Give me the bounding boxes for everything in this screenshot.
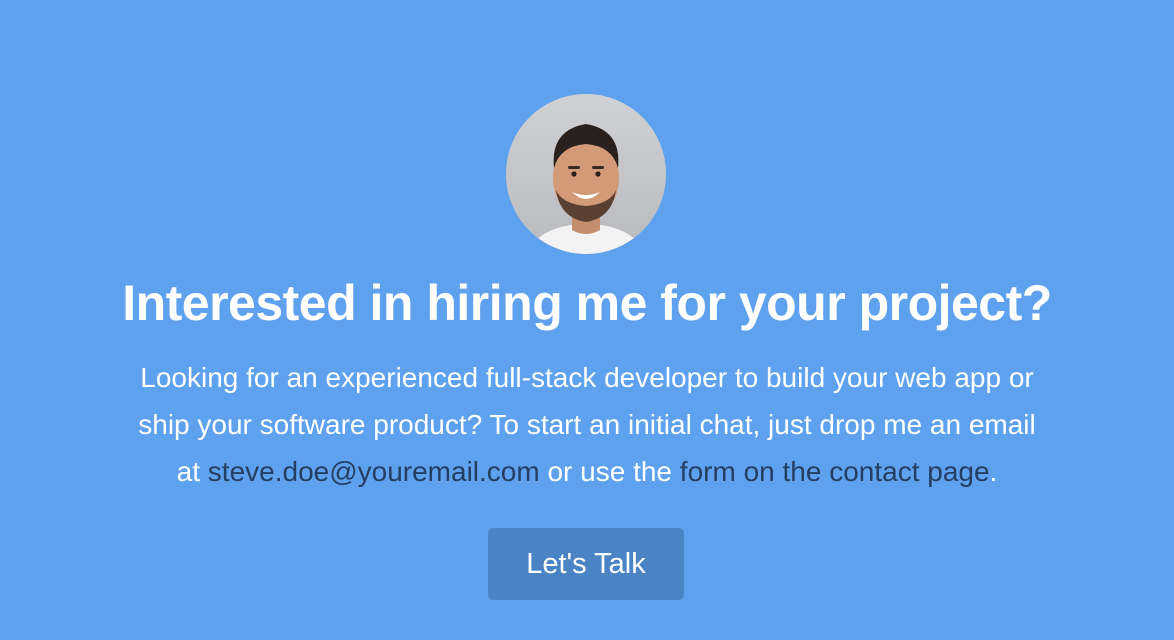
email-link[interactable]: steve.doe@youremail.com: [208, 456, 540, 487]
hire-me-section: Interested in hiring me for your project…: [0, 0, 1174, 640]
intro-line-1: Looking for an experienced full-stack de…: [140, 362, 1034, 393]
page-title: Interested in hiring me for your project…: [122, 275, 1052, 331]
intro-end-text: .: [989, 456, 998, 487]
profile-photo-icon: [506, 94, 666, 254]
intro-middle-text: or use the: [539, 456, 680, 487]
lets-talk-button[interactable]: Let's Talk: [488, 528, 684, 600]
profile-photo: [506, 94, 666, 254]
intro-line-3: at steve.doe@youremail.com or use the fo…: [60, 448, 1114, 495]
intro-paragraph: Looking for an experienced full-stack de…: [60, 354, 1114, 495]
intro-at-text: at: [176, 456, 208, 487]
contact-page-link[interactable]: form on the contact page: [680, 456, 990, 487]
intro-line-2: ship your software product? To start an …: [138, 409, 1036, 440]
